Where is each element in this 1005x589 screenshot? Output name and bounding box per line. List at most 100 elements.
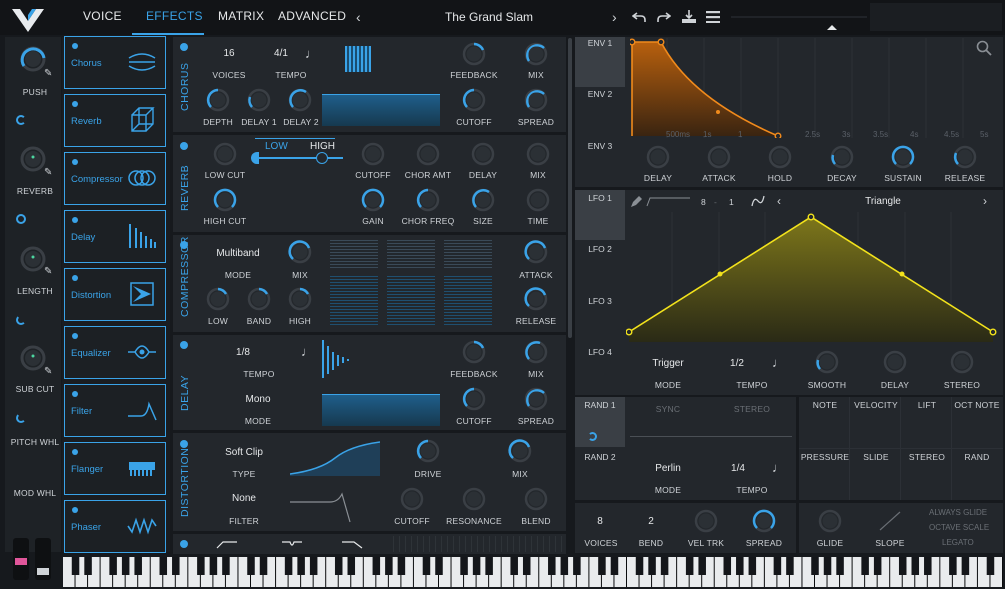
black-key[interactable]	[259, 557, 268, 575]
black-key[interactable]	[598, 557, 606, 575]
lfo-shape-next-icon[interactable]: ›	[983, 194, 987, 208]
equalizer-enabled-dot[interactable]	[72, 333, 78, 339]
black-key[interactable]	[898, 557, 907, 575]
lfo-graph[interactable]	[626, 212, 998, 342]
lfo-tempo-value[interactable]: 1/2	[722, 358, 752, 369]
rand-tempo-sync-icon[interactable]: ♩	[772, 460, 785, 475]
black-key[interactable]	[548, 557, 556, 575]
preset-next-icon[interactable]: ›	[612, 9, 617, 25]
chorus-depth-knob[interactable]	[204, 86, 232, 114]
delay-mix-knob[interactable]	[522, 338, 550, 366]
reverb-power-dot[interactable]	[180, 142, 188, 150]
lfo-delay-knob[interactable]	[881, 348, 909, 376]
black-key[interactable]	[635, 557, 644, 575]
black-key[interactable]	[209, 557, 218, 575]
black-key[interactable]	[485, 557, 493, 575]
fx-item-distortion[interactable]: Distortion	[64, 268, 166, 321]
bend-value[interactable]: 2	[636, 516, 666, 527]
black-key[interactable]	[510, 557, 518, 575]
delay-cutoff-knob[interactable]	[460, 385, 488, 413]
chorus-feedback-knob[interactable]	[460, 40, 488, 68]
lfo-grid-x[interactable]: 8	[701, 197, 706, 207]
rand-tab-2[interactable]: RAND 2	[575, 452, 625, 462]
black-key[interactable]	[460, 557, 468, 575]
eq-bandpass-icon[interactable]	[280, 540, 304, 550]
lfo-shape-prev-icon[interactable]: ‹	[777, 194, 781, 208]
lfo-grid-y[interactable]: 1	[729, 197, 734, 207]
sub-cut-mod-indicator[interactable]	[16, 413, 26, 423]
chorus-cutoff-knob[interactable]	[460, 86, 488, 114]
chorus-power-dot[interactable]	[180, 43, 188, 51]
eq-highshelf-icon[interactable]	[340, 540, 364, 550]
black-key[interactable]	[134, 557, 142, 575]
black-key[interactable]	[385, 557, 393, 575]
source-note[interactable]: NOTE	[800, 400, 850, 410]
rand-tempo-value[interactable]: 1/4	[723, 463, 753, 474]
voices-value[interactable]: 8	[585, 516, 615, 527]
undo-icon[interactable]	[631, 10, 646, 26]
lfo-tab-4[interactable]: LFO 4	[575, 347, 625, 357]
reverb-choramt-knob[interactable]	[414, 140, 442, 168]
env-graph[interactable]	[630, 38, 1000, 138]
distortion-drive-knob[interactable]	[414, 437, 442, 465]
black-key[interactable]	[723, 557, 732, 575]
fx-item-phaser[interactable]: Phaser	[64, 500, 166, 553]
reverb-enabled-dot[interactable]	[72, 101, 78, 107]
black-key[interactable]	[347, 557, 356, 575]
lfo-tempo-sync-icon[interactable]: ♩	[772, 355, 785, 370]
black-key[interactable]	[736, 557, 744, 575]
black-key[interactable]	[159, 557, 168, 575]
env-tab-3[interactable]: ENV 3	[575, 141, 625, 151]
reverb-time-knob[interactable]	[524, 186, 552, 214]
chorus-tempo-sync-icon[interactable]: ♩	[305, 46, 318, 61]
black-key[interactable]	[560, 557, 569, 575]
lfo-tab-3[interactable]: LFO 3	[575, 296, 625, 306]
lfo-stereo-knob[interactable]	[948, 348, 976, 376]
env-decay-knob[interactable]	[828, 143, 856, 171]
black-key[interactable]	[309, 557, 318, 575]
compressor-mode-value[interactable]: Multiband	[206, 248, 270, 259]
compressor-band-knob[interactable]	[245, 285, 273, 313]
black-key[interactable]	[397, 557, 406, 575]
env-tab-1[interactable]: ENV 1	[575, 38, 625, 48]
preset-name[interactable]: The Grand Slam	[380, 10, 598, 24]
compressor-attack-knob[interactable]	[522, 238, 550, 266]
black-key[interactable]	[610, 557, 619, 575]
env-sustain-knob[interactable]	[889, 143, 917, 171]
source-slide[interactable]: SLIDE	[851, 452, 901, 462]
sub-cut-edit-icon[interactable]: ✎	[44, 366, 52, 377]
reverb-gain-knob[interactable]	[359, 186, 387, 214]
delay-spread-knob[interactable]	[522, 385, 550, 413]
voice-spread-knob[interactable]	[750, 507, 778, 535]
equalizer-power-dot[interactable]	[180, 540, 188, 548]
length-mod-indicator[interactable]	[16, 315, 26, 325]
eq-lowshelf-icon[interactable]	[215, 540, 239, 550]
chorus-tempo-value[interactable]: 4/1	[264, 48, 298, 59]
chorus-delay1-knob[interactable]	[245, 86, 273, 114]
fx-item-filter[interactable]: Filter	[64, 384, 166, 437]
black-key[interactable]	[911, 557, 920, 575]
piano-keyboard[interactable]	[63, 557, 1003, 587]
reverb-cutoff-knob[interactable]	[359, 140, 387, 168]
chorus-delay2-knob[interactable]	[286, 86, 314, 114]
black-key[interactable]	[836, 557, 844, 575]
compressor-enabled-dot[interactable]	[72, 159, 78, 165]
black-key[interactable]	[172, 557, 180, 575]
source-velocity[interactable]: VELOCITY	[851, 400, 901, 410]
preset-prev-icon[interactable]: ‹	[356, 9, 361, 25]
black-key[interactable]	[121, 557, 130, 575]
black-key[interactable]	[949, 557, 957, 575]
black-key[interactable]	[573, 557, 581, 575]
tab-advanced[interactable]: ADVANCED	[278, 9, 346, 23]
delay-mode-value[interactable]: Mono	[238, 394, 278, 405]
redo-icon[interactable]	[657, 10, 672, 26]
black-key[interactable]	[84, 557, 92, 575]
rand-mod-indicator[interactable]	[588, 432, 597, 441]
delay-power-dot[interactable]	[180, 341, 188, 349]
reverb-mix-knob[interactable]	[524, 140, 552, 168]
reverb-chorfreq-knob[interactable]	[414, 186, 442, 214]
flanger-enabled-dot[interactable]	[72, 449, 78, 455]
reverb-delay-knob[interactable]	[469, 140, 497, 168]
lfo-tab-2[interactable]: LFO 2	[575, 244, 625, 254]
source-oct-note[interactable]: OCT NOTE	[951, 400, 1003, 410]
